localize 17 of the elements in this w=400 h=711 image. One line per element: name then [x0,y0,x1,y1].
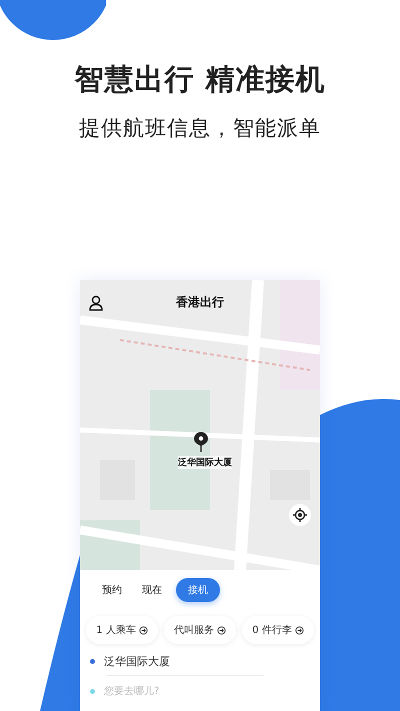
arrow-circle-icon [217,626,226,634]
mode-tab[interactable]: 预约 [96,579,128,601]
start-address: 泛华国际大厦 [104,654,170,669]
arrow-circle-icon [294,626,304,634]
subtitle: 提供航班信息，智能派单 [79,115,321,142]
mode-tab[interactable]: 现在 [136,579,168,601]
map-pin-icon [194,432,208,452]
arrow-circle-icon [138,626,148,634]
option-chip[interactable]: 1 人乘车 [86,616,158,644]
destination-field[interactable]: 您要去哪儿? [104,686,254,697]
pin-label: 泛华国际大厦 [178,456,232,469]
user-icon[interactable] [88,294,104,310]
app-title: 香港出行 [175,294,225,311]
option-chip[interactable]: 代叫服务 [164,616,236,644]
mode-tab[interactable]: 接机 [176,578,220,602]
option-chip[interactable]: 0 件行李 [242,616,314,644]
headline: 智慧出行 精准接机 [74,61,326,98]
